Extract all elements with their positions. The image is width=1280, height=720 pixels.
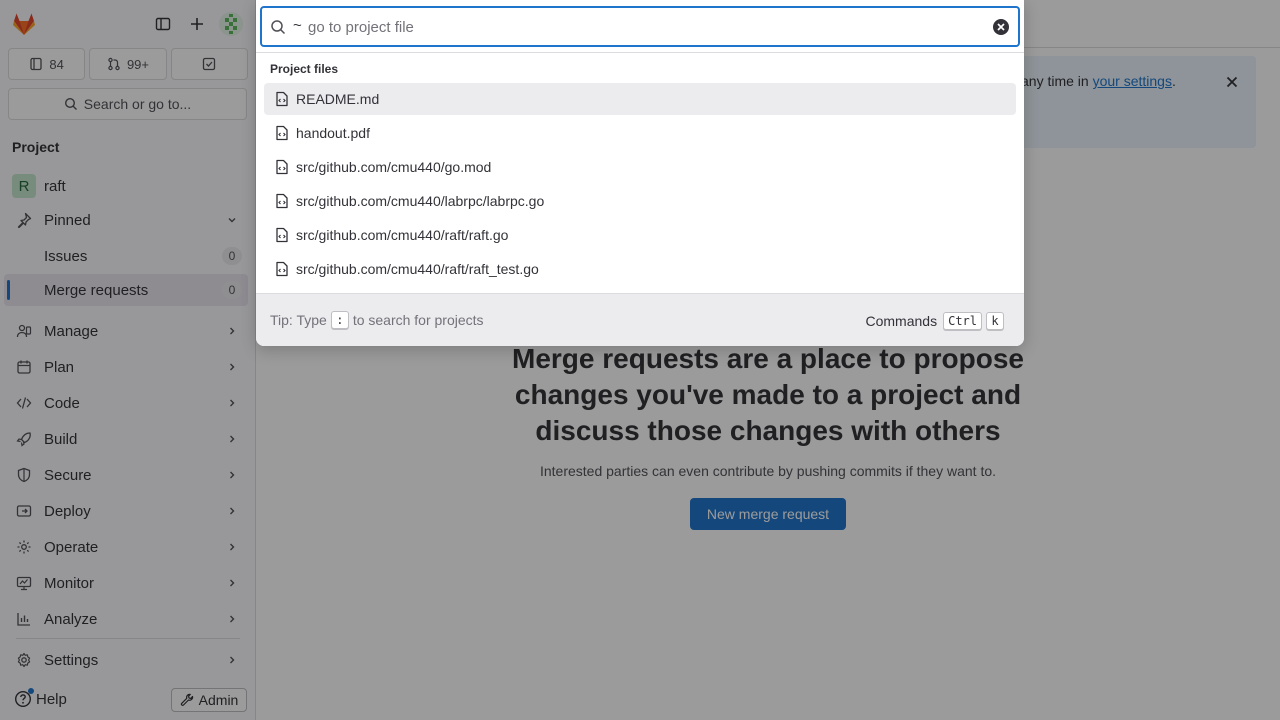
file-icon — [274, 227, 290, 243]
commands-shortcut[interactable]: Commands Ctrl k — [865, 312, 1004, 330]
file-result-item[interactable]: src/github.com/cmu440/raft/raft.go — [264, 219, 1016, 251]
tip-key: : — [330, 311, 349, 329]
search-tip: Tip: Type : to search for projects — [270, 311, 484, 329]
file-path: src/github.com/cmu440/raft/raft_test.go — [296, 261, 539, 277]
tip-prefix: Tip: Type — [270, 312, 327, 328]
file-path: handout.pdf — [296, 125, 370, 141]
file-path: src/github.com/cmu440/labrpc/labrpc.go — [296, 193, 545, 209]
command-palette-footer: Tip: Type : to search for projects Comma… — [256, 293, 1024, 346]
search-scope-prefix: ~ — [293, 17, 302, 34]
file-result-item[interactable]: src/github.com/cmu440/labrpc/labrpc.go — [264, 185, 1016, 217]
command-palette-modal: ~ Project files README.md handout.pdf sr… — [256, 0, 1024, 346]
results-group-label: Project files — [270, 62, 339, 76]
modal-divider — [256, 52, 1024, 53]
file-icon — [274, 125, 290, 141]
file-result-item[interactable]: src/github.com/cmu440/go.mod — [264, 151, 1016, 183]
file-result-item[interactable]: README.md — [264, 83, 1016, 115]
file-icon — [274, 159, 290, 175]
shortcut-key-k: k — [986, 312, 1004, 330]
file-path: README.md — [296, 91, 380, 107]
tip-suffix: to search for projects — [352, 312, 484, 328]
file-icon — [274, 261, 290, 277]
file-result-item[interactable]: src/github.com/cmu440/raft/raft_test.go — [264, 253, 1016, 285]
file-result-item[interactable]: handout.pdf — [264, 117, 1016, 149]
file-icon — [274, 193, 290, 209]
search-icon — [270, 19, 286, 35]
file-path: src/github.com/cmu440/go.mod — [296, 159, 492, 175]
clear-icon[interactable] — [992, 18, 1010, 36]
shortcut-key-ctrl: Ctrl — [943, 312, 982, 330]
command-palette-search: ~ — [260, 6, 1020, 47]
file-search-input[interactable] — [308, 16, 988, 38]
file-path: src/github.com/cmu440/raft/raft.go — [296, 227, 509, 243]
file-icon — [274, 91, 290, 107]
commands-label: Commands — [865, 313, 938, 329]
